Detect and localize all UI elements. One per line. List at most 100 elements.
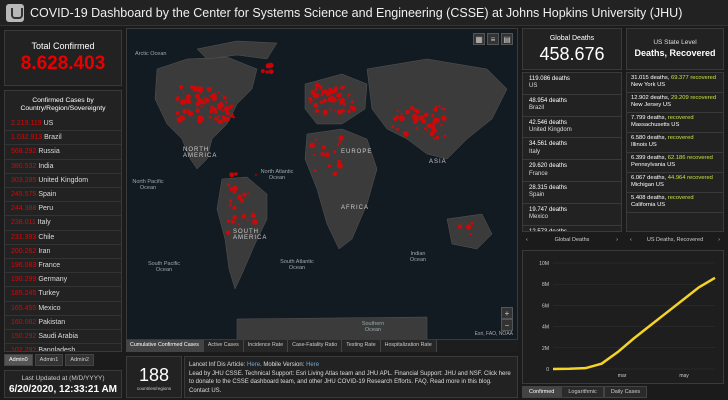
last-updated-panel: Last Updated at (M/D/YYYY) 6/20/2020, 12… — [4, 370, 122, 398]
case-marker — [217, 115, 220, 118]
list-item[interactable]: 200.262 Iran — [5, 245, 121, 260]
tab-admin1[interactable]: Admin1 — [34, 354, 64, 366]
case-marker — [433, 137, 436, 140]
case-marker — [217, 105, 222, 110]
tab-hospitalization[interactable]: Hospitalization Rate — [380, 340, 437, 352]
case-marker — [206, 87, 210, 91]
tab-case-fatality[interactable]: Case-Fatality Ratio — [288, 340, 343, 352]
pager-label: US Deaths, Recovered — [646, 237, 704, 243]
tab-incidence-rate[interactable]: Incidence Rate — [243, 340, 289, 352]
list-item[interactable]: 190.299 Germany — [5, 273, 121, 288]
tab-logarithmic[interactable]: Logarithmic — [561, 386, 604, 398]
case-marker — [230, 219, 235, 224]
article-link[interactable]: Here — [247, 362, 260, 368]
deaths-list[interactable]: 119.086 deaths US 48.954 deaths Brazil 42.54… — [522, 72, 622, 232]
state-name: Illinois US — [631, 142, 657, 148]
country-name: United Kingdom — [38, 176, 89, 184]
tab-cumulative-confirmed[interactable]: Cumulative Confirmed Cases — [126, 340, 204, 352]
case-marker — [347, 93, 351, 96]
list-item[interactable]: 29.620 deaths France — [523, 160, 621, 183]
global-deaths-label: Global Deaths — [549, 35, 595, 42]
list-item[interactable]: 196.083 France — [5, 259, 121, 274]
recovered-label: recovered — [667, 115, 694, 121]
country-name: Mexico — [529, 214, 549, 221]
list-item[interactable]: 7.799 deaths, recovered Massachusetts US — [627, 113, 723, 133]
confirmed-list-panel[interactable]: Confirmed Cases by Country/Region/Sovere… — [4, 90, 122, 352]
list-item[interactable]: 6.580 deaths, recovered Illinois US — [627, 133, 723, 153]
list-item[interactable]: 165.455 Mexico — [5, 302, 121, 316]
next-icon[interactable]: › — [718, 237, 720, 243]
case-marker — [229, 172, 235, 178]
case-marker — [190, 84, 195, 90]
prev-icon[interactable]: ‹ — [630, 237, 632, 243]
death-count: 12.902 deaths — [631, 95, 668, 101]
list-item[interactable]: 244.388 Peru — [5, 202, 121, 217]
tab-admin0[interactable]: Admin0 — [4, 354, 33, 366]
tab-confirmed[interactable]: Confirmed — [522, 386, 562, 398]
case-marker — [399, 115, 405, 122]
zoom-out-icon[interactable]: − — [501, 319, 513, 331]
state-name: New Jersey US — [631, 102, 671, 108]
list-item[interactable]: 12.573 deathsIndia — [523, 226, 621, 231]
list-item[interactable]: 19.747 deaths Mexico — [523, 204, 621, 226]
case-marker — [227, 183, 230, 187]
list-item[interactable]: 6.399 deaths, 62.186 recovered Pennsylvan… — [627, 153, 723, 173]
list-item[interactable]: 185.245 Turkey — [5, 287, 121, 302]
list-item[interactable]: 1.032.913 Brazil — [5, 131, 121, 146]
map-canvas[interactable] — [127, 29, 518, 340]
list-item[interactable]: 102.292 Bangladesh — [5, 344, 121, 351]
list-item[interactable]: 42.546 deaths United Kingdom — [523, 117, 621, 139]
title-bar: COVID-19 Dashboard by the Center for Sys… — [0, 0, 728, 26]
qr-icon[interactable]: ▦ — [473, 33, 485, 45]
zoom-in-icon[interactable]: + — [501, 307, 513, 319]
list-item[interactable]: 31.015 deaths, 69.377 recovered New York … — [627, 73, 723, 93]
prev-icon[interactable]: ‹ — [526, 237, 528, 243]
case-marker — [341, 85, 345, 89]
list-item[interactable]: 150.292 Saudi Arabia — [5, 330, 121, 345]
list-item[interactable]: 28.315 deaths Spain — [523, 182, 621, 204]
list-item[interactable]: 5.408 deaths, recovered California US — [627, 193, 723, 213]
case-marker — [195, 101, 201, 107]
country-name: Iran — [38, 247, 51, 255]
list-item[interactable]: 34.561 deaths Italy — [523, 138, 621, 161]
tab-admin2[interactable]: Admin2 — [65, 354, 94, 366]
case-count: 165.455 — [11, 304, 37, 312]
list-item[interactable]: 6.067 deaths, 44.964 recovered Michigan U… — [627, 173, 723, 193]
tab-active-cases[interactable]: Active Cases — [203, 340, 244, 352]
next-icon[interactable]: › — [616, 237, 618, 243]
case-marker — [179, 87, 183, 90]
country-name: Italy — [529, 148, 541, 155]
state-pager: ‹ US Deaths, Recovered › — [626, 234, 724, 246]
list-item[interactable]: 568.292 Russia — [5, 145, 121, 160]
country-name: Spain — [529, 192, 545, 199]
state-list[interactable]: 31.015 deaths, 69.377 recovered New York … — [626, 72, 724, 232]
list-item[interactable]: 48.954 deaths Brazil — [523, 95, 621, 117]
list-item[interactable]: 303.285 United Kingdom — [5, 174, 121, 189]
list-item[interactable]: 245.575 Spain — [5, 188, 121, 203]
case-marker — [338, 141, 341, 144]
cases-chart: 0 2M 4M 6M 8M 10M mar may — [522, 250, 724, 384]
list-item[interactable]: 231.393 Chile — [5, 231, 121, 245]
tab-daily-cases[interactable]: Daily Cases — [603, 386, 648, 398]
list-item[interactable]: 238.011 Italy — [5, 216, 121, 231]
world-map[interactable]: Arctic Ocean North Atlantic Ocean North … — [126, 28, 518, 340]
state-level-panel: US State Level Deaths, Recovered — [626, 28, 724, 70]
list-item[interactable]: 160.082 Pakistan — [5, 316, 121, 331]
list-item[interactable]: 2.219.119 US — [5, 117, 121, 132]
x-tick-label: mar — [618, 373, 627, 379]
tab-testing-rate[interactable]: Testing Rate — [342, 340, 381, 352]
death-count: 42.546 deaths — [529, 119, 568, 126]
case-marker — [211, 95, 217, 102]
case-count: 2.219.119 — [11, 120, 42, 127]
list-item[interactable]: 380.532 India — [5, 160, 121, 174]
antarctica-shape — [236, 316, 428, 339]
continent-label: SOUTH AMERICA — [233, 229, 268, 241]
list-item[interactable]: 119.086 deaths US — [523, 73, 621, 95]
list-item[interactable]: 12.902 deaths, 29.209 recovered New Jerse… — [627, 93, 723, 113]
basemap-icon[interactable]: ▤ — [501, 33, 513, 45]
page-title: COVID-19 Dashboard by the Center for Sys… — [30, 5, 683, 20]
death-count: 6.399 deaths — [631, 155, 665, 161]
case-marker — [319, 86, 323, 90]
layers-icon[interactable]: ≡ — [487, 33, 499, 45]
mobile-link[interactable]: Here — [306, 362, 319, 368]
